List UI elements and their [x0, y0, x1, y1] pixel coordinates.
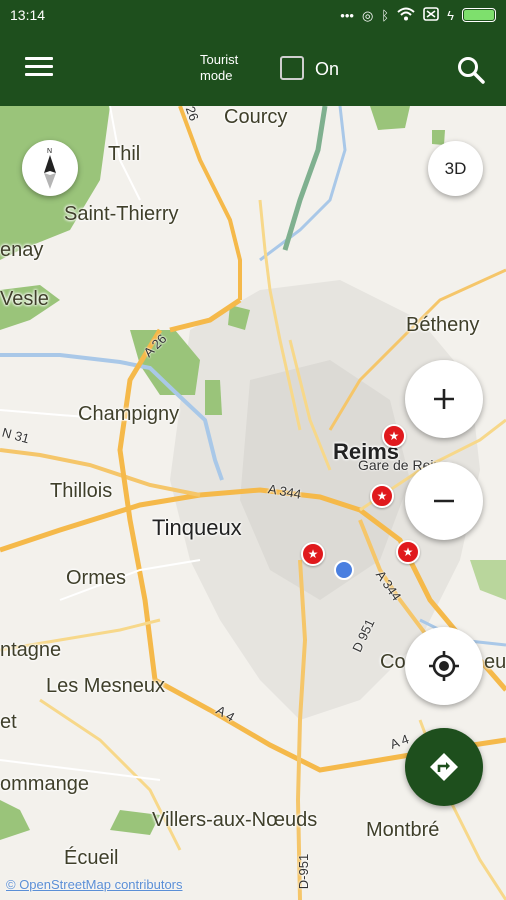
- hamburger-icon: [25, 57, 53, 60]
- place-ormes: Ormes: [66, 567, 126, 589]
- place-ommange: ommange: [0, 773, 89, 795]
- svg-text:N: N: [47, 148, 52, 155]
- place-villers-aux-noeuds: Villers-aux-Nœuds: [152, 809, 318, 831]
- sim-off-icon: [423, 7, 439, 23]
- wifi-icon: [397, 7, 415, 23]
- compass-button[interactable]: N: [22, 140, 78, 196]
- battery-icon: [462, 8, 496, 22]
- place-betheny: Bétheny: [406, 314, 480, 336]
- menu-button[interactable]: [22, 52, 56, 84]
- status-icons: ••• ◎ ᛒ ϟ: [340, 7, 496, 23]
- crosshair-icon: [429, 651, 459, 681]
- plus-icon: [434, 389, 454, 409]
- place-montbre: Montbré: [366, 819, 440, 841]
- place-ecueil: Écueil: [64, 847, 119, 869]
- train-station-marker[interactable]: [334, 560, 354, 580]
- more-dots-icon: •••: [340, 7, 354, 23]
- status-time: 13:14: [10, 7, 46, 23]
- poi-marker[interactable]: ★: [301, 542, 325, 566]
- minus-icon: [434, 499, 454, 503]
- hotspot-icon: ◎: [361, 7, 374, 23]
- place-saint-thierry: Saint-Thierry: [64, 203, 179, 225]
- charging-icon: ϟ: [447, 7, 454, 23]
- poi-marker[interactable]: ★: [396, 540, 420, 564]
- app-toolbar: Tourist mode On: [0, 30, 506, 106]
- place-vesle: Vesle: [0, 288, 49, 310]
- place-et: et: [0, 711, 17, 733]
- tourist-mode-label: Tourist mode: [200, 52, 239, 83]
- tourist-mode-checkbox[interactable]: [280, 56, 304, 80]
- zoom-in-button[interactable]: [405, 360, 483, 438]
- place-cormontreuil-b: eu: [484, 651, 506, 673]
- zoom-out-button[interactable]: [405, 462, 483, 540]
- directions-icon: [430, 753, 458, 781]
- place-tinqueux: Tinqueux: [152, 515, 242, 540]
- place-ntagne: ntagne: [0, 639, 62, 661]
- status-bar: 13:14 ••• ◎ ᛒ ϟ: [0, 0, 506, 30]
- place-champigny: Champigny: [78, 403, 180, 425]
- compass-icon: N: [44, 148, 56, 189]
- place-thillois: Thillois: [50, 480, 113, 502]
- route-button[interactable]: [405, 728, 483, 806]
- road-d951b-label: D-951: [296, 853, 312, 890]
- search-button[interactable]: [455, 54, 487, 86]
- attribution-link[interactable]: © OpenStreetMap contributors: [6, 877, 183, 892]
- place-enay: enay: [0, 239, 44, 261]
- toggle-label: On: [315, 59, 340, 79]
- 3d-toggle-button[interactable]: 3D: [428, 141, 483, 196]
- search-icon: [458, 57, 485, 84]
- place-thil: Thil: [108, 143, 141, 165]
- place-cormontreuil-a: Co: [380, 651, 406, 673]
- my-location-button[interactable]: [405, 627, 483, 705]
- poi-marker[interactable]: ★: [382, 424, 406, 448]
- bluetooth-icon: ᛒ: [381, 7, 390, 23]
- place-les-mesneux: Les Mesneux: [46, 675, 165, 697]
- place-courcy: Courcy: [224, 106, 288, 128]
- poi-marker[interactable]: ★: [370, 484, 394, 508]
